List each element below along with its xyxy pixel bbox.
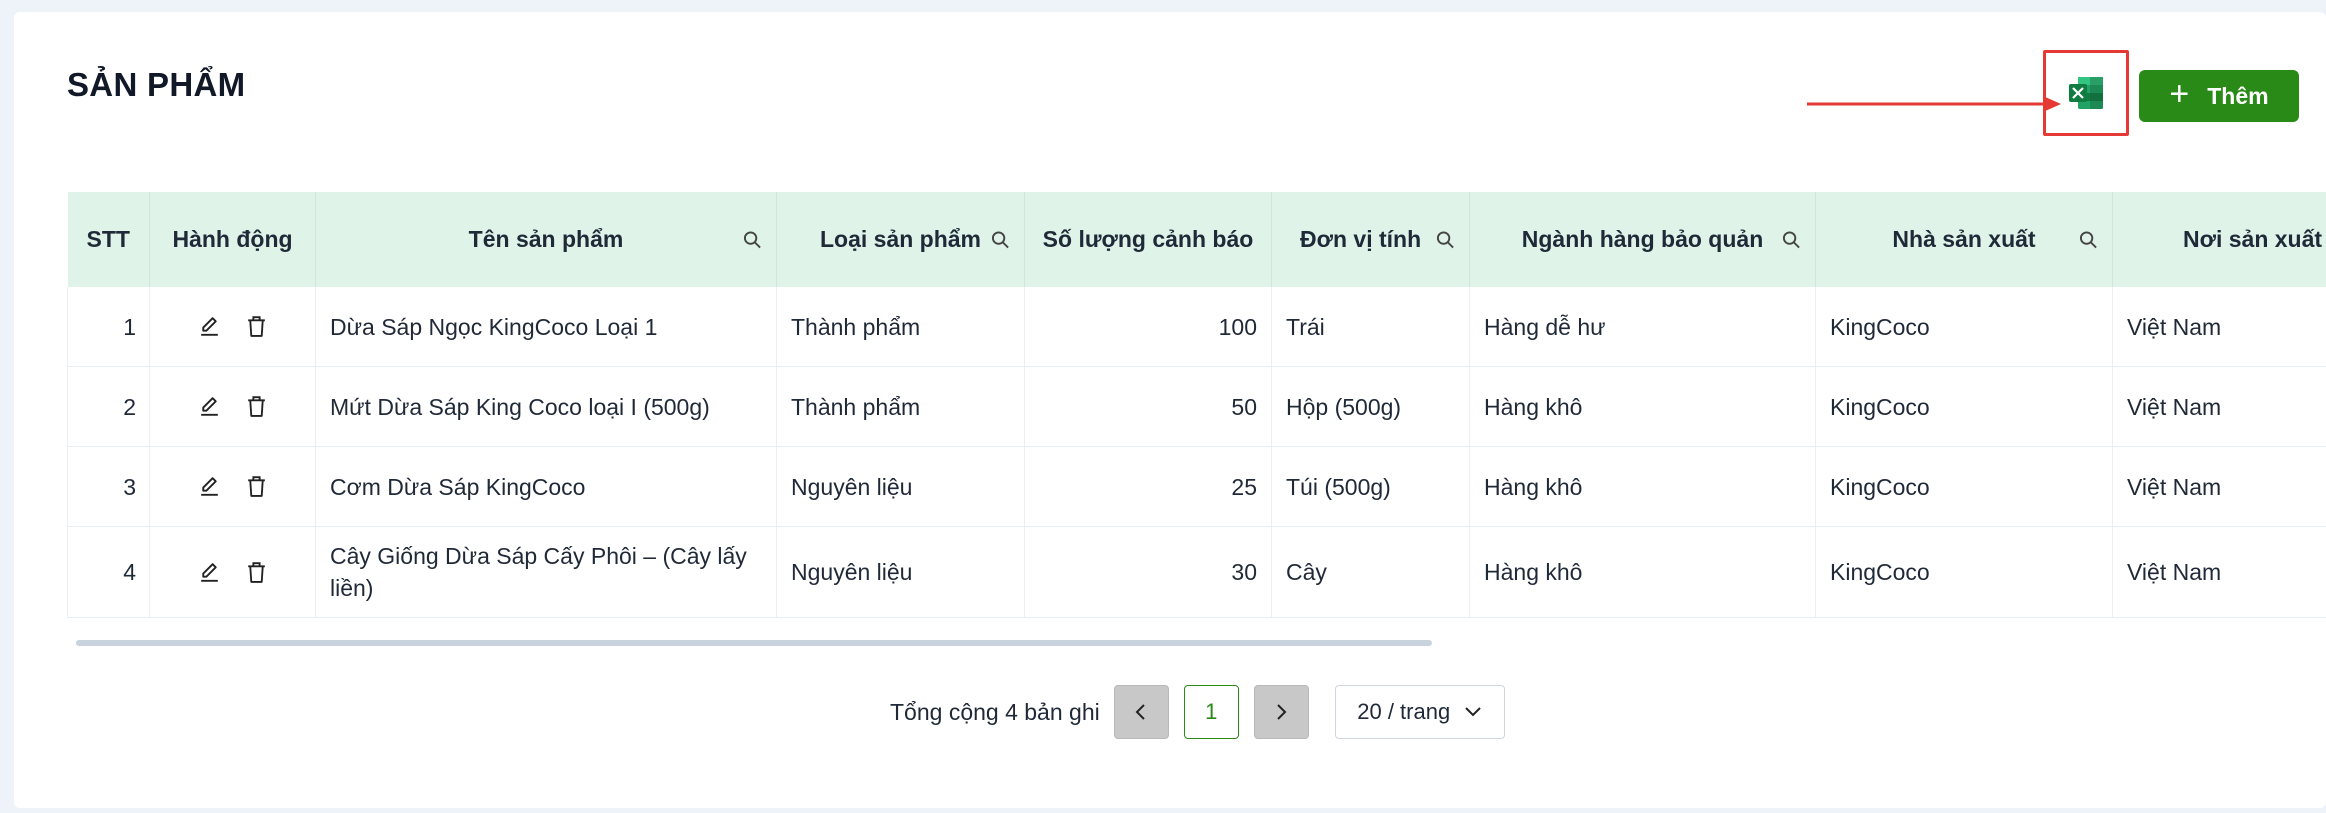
cell-unit: Hộp (500g)	[1271, 366, 1470, 447]
cell-category: Hàng khô	[1469, 366, 1816, 447]
search-icon[interactable]	[1782, 230, 1801, 249]
chevron-right-icon	[1277, 704, 1287, 720]
cell-category: Hàng dễ hư	[1469, 287, 1816, 367]
cell-actions	[149, 526, 316, 618]
cell-actions	[149, 287, 316, 367]
horizontal-scrollbar[interactable]	[76, 640, 1432, 646]
cell-category: Hàng khô	[1469, 446, 1816, 527]
search-icon[interactable]	[2079, 230, 2098, 249]
add-button-label: Thêm	[2207, 82, 2269, 109]
export-excel-button[interactable]	[2043, 50, 2129, 136]
prev-page-button[interactable]	[1113, 685, 1169, 739]
col-header-stt: STT	[67, 192, 150, 287]
cell-type: Thành phẩm	[776, 366, 1025, 447]
red-arrow-annotation	[1807, 96, 2061, 112]
cell-maker: KingCoco	[1815, 287, 2113, 367]
cell-name: Mứt Dừa Sáp King Coco loại I (500g)	[315, 366, 777, 447]
add-button[interactable]: + Thêm	[2139, 70, 2299, 122]
chevron-left-icon	[1135, 704, 1145, 720]
page-size-value: 20 / trang	[1357, 699, 1451, 724]
table-row: 3 Cơm Dừa Sáp KingCoco Nguyên liệu 25 Tú…	[67, 446, 2326, 527]
next-page-button[interactable]	[1253, 685, 1309, 739]
edit-icon[interactable]	[197, 314, 222, 339]
cell-name: Dừa Sáp Ngọc KingCoco Loại 1	[315, 287, 777, 367]
table-row: 1 Dừa Sáp Ngọc KingCoco Loại 1 Thành phẩ…	[67, 287, 2326, 367]
trash-icon[interactable]	[244, 474, 269, 499]
cell-actions	[149, 366, 316, 447]
cell-name: Cơm Dừa Sáp KingCoco	[315, 446, 777, 527]
page-size-select[interactable]: 20 / trang	[1334, 685, 1505, 739]
table-row: 4 Cây Giống Dừa Sáp Cấy Phôi – (Cây lấy …	[67, 526, 2326, 618]
cell-name: Cây Giống Dừa Sáp Cấy Phôi – (Cây lấy li…	[315, 526, 777, 618]
col-header-name: Tên sản phẩm	[315, 192, 777, 287]
product-card: SẢN PHẨM + Thêm STT Hành động Tên sản ph…	[14, 12, 2326, 808]
col-header-category: Ngành hàng bảo quản	[1469, 192, 1816, 287]
cell-unit: Cây	[1271, 526, 1470, 618]
col-header-unit: Đơn vị tính	[1271, 192, 1470, 287]
col-header-qty: Số lượng cảnh báo	[1024, 192, 1272, 287]
page-number-button[interactable]: 1	[1183, 685, 1239, 739]
cell-unit: Túi (500g)	[1271, 446, 1470, 527]
cell-maker: KingCoco	[1815, 446, 2113, 527]
edit-icon[interactable]	[197, 560, 222, 585]
cell-origin: Việt Nam	[2112, 366, 2326, 447]
cell-stt: 3	[67, 446, 150, 527]
plus-icon: +	[2169, 75, 2190, 113]
cell-stt: 2	[67, 366, 150, 447]
total-records: Tổng cộng 4 bản ghi	[890, 698, 1100, 725]
cell-origin: Việt Nam	[2112, 526, 2326, 618]
col-header-type: Loại sản phẩm	[776, 192, 1025, 287]
search-icon[interactable]	[1436, 230, 1455, 249]
chevron-down-icon	[1465, 707, 1481, 717]
search-icon[interactable]	[743, 230, 762, 249]
trash-icon[interactable]	[244, 560, 269, 585]
trash-icon[interactable]	[244, 394, 269, 419]
cell-stt: 4	[67, 526, 150, 618]
edit-icon[interactable]	[197, 394, 222, 419]
cell-origin: Việt Nam	[2112, 287, 2326, 367]
table-header: STT Hành động Tên sản phẩm Loại sản phẩm…	[67, 192, 2326, 287]
cell-type: Thành phẩm	[776, 287, 1025, 367]
col-header-maker: Nhà sản xuất	[1815, 192, 2113, 287]
pagination: Tổng cộng 4 bản ghi 1 20 / trang	[890, 684, 1505, 740]
trash-icon[interactable]	[244, 314, 269, 339]
cell-qty: 25	[1024, 446, 1272, 527]
page-title: SẢN PHẨM	[67, 66, 246, 103]
cell-qty: 100	[1024, 287, 1272, 367]
excel-icon	[2069, 77, 2103, 109]
cell-type: Nguyên liệu	[776, 526, 1025, 618]
cell-origin: Việt Nam	[2112, 446, 2326, 527]
col-header-actions: Hành động	[149, 192, 316, 287]
cell-unit: Trái	[1271, 287, 1470, 367]
cell-qty: 30	[1024, 526, 1272, 618]
cell-qty: 50	[1024, 366, 1272, 447]
edit-icon[interactable]	[197, 474, 222, 499]
search-icon[interactable]	[991, 230, 1010, 249]
cell-maker: KingCoco	[1815, 366, 2113, 447]
cell-type: Nguyên liệu	[776, 446, 1025, 527]
cell-category: Hàng khô	[1469, 526, 1816, 618]
product-table: STT Hành động Tên sản phẩm Loại sản phẩm…	[67, 192, 2326, 645]
cell-actions	[149, 446, 316, 527]
col-header-origin: Nơi sản xuất	[2112, 192, 2326, 287]
cell-maker: KingCoco	[1815, 526, 2113, 618]
cell-stt: 1	[67, 287, 150, 367]
table-row: 2 Mứt Dừa Sáp King Coco loại I (500g) Th…	[67, 366, 2326, 447]
